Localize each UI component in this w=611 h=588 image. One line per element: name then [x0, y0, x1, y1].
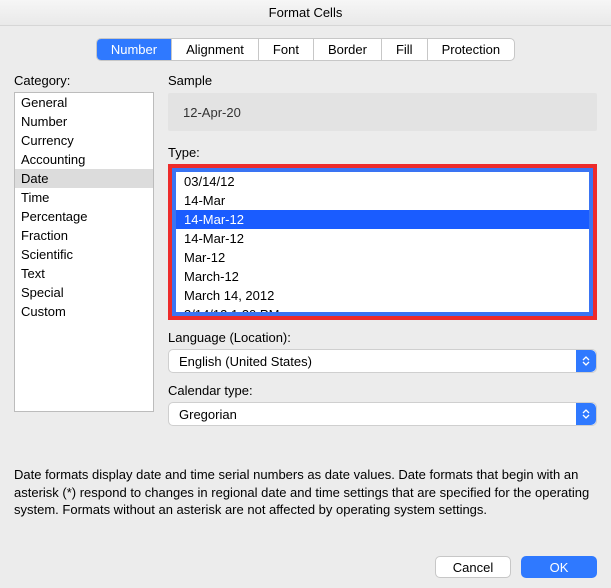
tab-fill[interactable]: Fill	[381, 39, 427, 60]
dialog-title: Format Cells	[0, 0, 611, 26]
ok-button[interactable]: OK	[521, 556, 597, 578]
calendar-select[interactable]: Gregorian	[168, 402, 597, 426]
tab-border[interactable]: Border	[313, 39, 381, 60]
language-label: Language (Location):	[168, 330, 597, 345]
category-item[interactable]: Accounting	[15, 150, 153, 169]
type-label: Type:	[168, 145, 597, 160]
category-item[interactable]: Time	[15, 188, 153, 207]
tab-protection[interactable]: Protection	[427, 39, 515, 60]
category-item[interactable]: General	[15, 93, 153, 112]
type-item[interactable]: March-12	[176, 267, 589, 286]
type-list-highlight: 03/14/1214-Mar14-Mar-1214-Mar-12Mar-12Ma…	[168, 164, 597, 320]
sample-value: 12-Apr-20	[183, 105, 241, 120]
category-item[interactable]: Scientific	[15, 245, 153, 264]
type-item[interactable]: 14-Mar-12	[176, 229, 589, 248]
type-list[interactable]: 03/14/1214-Mar14-Mar-1214-Mar-12Mar-12Ma…	[176, 172, 589, 312]
dropdown-icon	[576, 403, 596, 425]
category-item[interactable]: Fraction	[15, 226, 153, 245]
type-item[interactable]: Mar-12	[176, 248, 589, 267]
tab-alignment[interactable]: Alignment	[171, 39, 258, 60]
type-item[interactable]: 14-Mar	[176, 191, 589, 210]
description-text: Date formats display date and time seria…	[14, 466, 597, 519]
sample-box: 12-Apr-20	[168, 93, 597, 131]
type-item[interactable]: 03/14/12	[176, 172, 589, 191]
type-item[interactable]: 3/14/12 1:30 PM	[176, 305, 589, 312]
category-label: Category:	[14, 73, 154, 88]
category-item[interactable]: Date	[15, 169, 153, 188]
tab-number[interactable]: Number	[97, 39, 171, 60]
sample-label: Sample	[168, 73, 597, 88]
format-cells-dialog: Format Cells NumberAlignmentFontBorderFi…	[0, 0, 611, 588]
category-item[interactable]: Text	[15, 264, 153, 283]
category-item[interactable]: Percentage	[15, 207, 153, 226]
type-item[interactable]: March 14, 2012	[176, 286, 589, 305]
tab-bar: NumberAlignmentFontBorderFillProtection	[14, 38, 597, 61]
button-bar: Cancel OK	[14, 546, 597, 578]
tab-font[interactable]: Font	[258, 39, 313, 60]
dropdown-icon	[576, 350, 596, 372]
category-item[interactable]: Number	[15, 112, 153, 131]
calendar-label: Calendar type:	[168, 383, 597, 398]
language-value: English (United States)	[179, 354, 312, 369]
cancel-button[interactable]: Cancel	[435, 556, 511, 578]
category-item[interactable]: Custom	[15, 302, 153, 321]
type-item[interactable]: 14-Mar-12	[176, 210, 589, 229]
category-item[interactable]: Currency	[15, 131, 153, 150]
calendar-value: Gregorian	[179, 407, 237, 422]
category-list[interactable]: GeneralNumberCurrencyAccountingDateTimeP…	[14, 92, 154, 412]
language-select[interactable]: English (United States)	[168, 349, 597, 373]
category-item[interactable]: Special	[15, 283, 153, 302]
